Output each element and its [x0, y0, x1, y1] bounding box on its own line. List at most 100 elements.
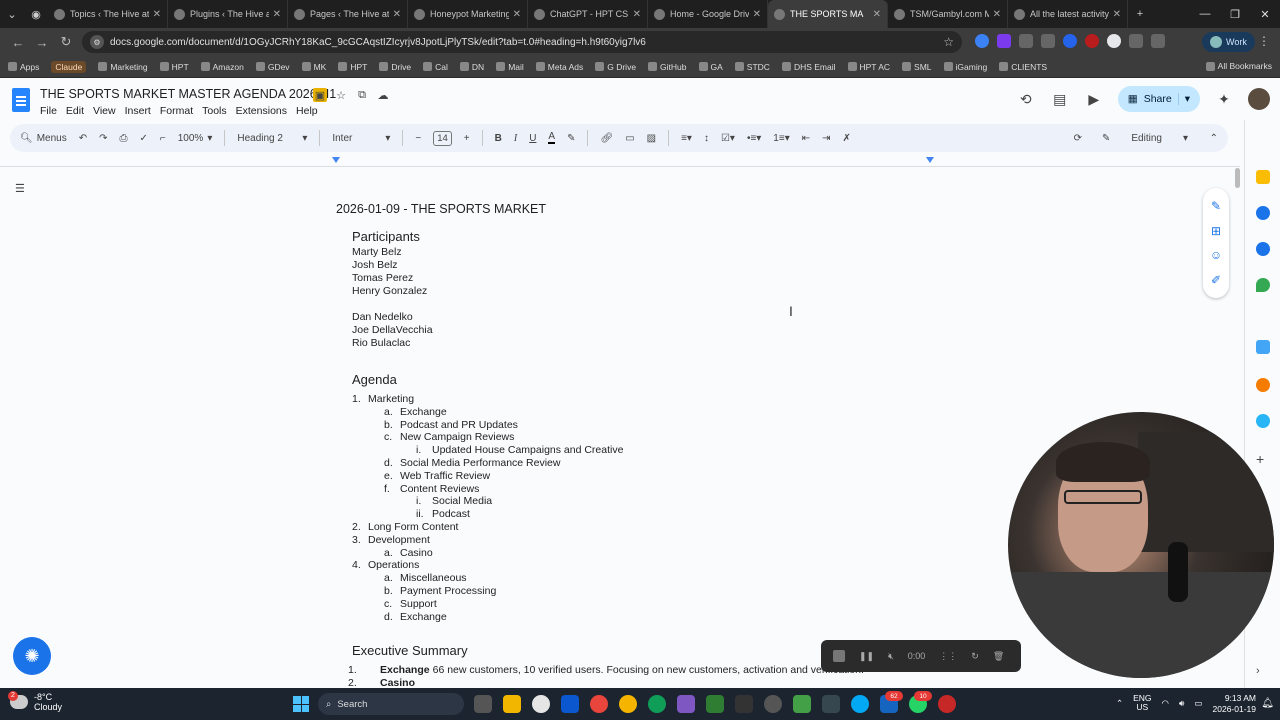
app-icon[interactable] — [938, 695, 956, 713]
share-dropdown-icon[interactable]: ▾ — [1177, 93, 1190, 105]
browser-tab[interactable]: Honeypot Marketing ✕ — [408, 0, 528, 28]
bookmark-item[interactable]: DN — [459, 62, 484, 72]
bookmark-item[interactable]: iGaming — [943, 62, 987, 72]
keep-icon[interactable] — [1256, 170, 1270, 184]
font-select[interactable]: Inter ▾ — [332, 133, 390, 144]
numbered-list-icon[interactable]: 1≡▾ — [773, 133, 789, 144]
browser-tab[interactable]: THE SPORTS MA ✕ — [768, 0, 888, 28]
star-icon[interactable]: ☆ — [334, 88, 348, 102]
line-spacing-icon[interactable]: ↕ — [704, 133, 709, 144]
browser-menu-icon[interactable]: ⋮ — [1258, 34, 1270, 48]
stop-record-icon[interactable] — [833, 650, 845, 662]
tab-search-icon[interactable]: ⌄ — [0, 0, 24, 28]
bookmark-item[interactable]: Claude — [51, 60, 87, 73]
assistant-fab-icon[interactable]: ✺ — [13, 637, 51, 675]
bookmark-item[interactable]: GA — [698, 62, 723, 72]
chrome-icon[interactable] — [619, 695, 637, 713]
emoji-reaction-icon[interactable]: ☺ — [1210, 248, 1222, 262]
menus-search-button[interactable]: 🔍︎ Menus — [20, 133, 67, 144]
url-input[interactable]: ⚙ docs.google.com/document/d/1OGyJCRhY18… — [82, 31, 962, 53]
hide-menus-icon[interactable]: ⌃ — [1210, 133, 1218, 144]
bookmark-item[interactable]: GitHub — [648, 62, 687, 72]
wifi-icon[interactable]: ◠ — [1162, 698, 1169, 709]
taskbar-search[interactable]: ⌕ Search — [318, 693, 464, 715]
delete-icon[interactable]: 🗑︎ — [993, 651, 1004, 662]
contacts-icon[interactable] — [1256, 242, 1270, 256]
menu-tools[interactable]: Tools — [202, 105, 227, 117]
profile-button[interactable]: Work — [1202, 32, 1255, 52]
extension-icon[interactable] — [997, 34, 1011, 48]
style-select[interactable]: Heading 2 ▾ — [237, 133, 307, 144]
share-button[interactable]: ▦ Share ▾ — [1117, 86, 1200, 112]
maps-icon[interactable] — [1256, 278, 1270, 292]
whatsapp-icon[interactable]: 10 — [909, 691, 932, 713]
app-icon[interactable]: 62 — [880, 691, 903, 713]
link-icon[interactable]: 🔗︎ — [600, 133, 613, 144]
bookmark-item[interactable]: HPT — [338, 62, 367, 72]
app-icon[interactable] — [851, 695, 869, 713]
version-history-icon[interactable]: ⟲ — [1016, 89, 1036, 109]
app-icon[interactable] — [793, 695, 811, 713]
chrome-icon[interactable] — [648, 695, 666, 713]
close-tab-icon[interactable]: ✕ — [513, 9, 521, 20]
extension-icon[interactable] — [1063, 34, 1077, 48]
app-icon[interactable] — [764, 695, 782, 713]
editing-mode-select[interactable]: ✎ Editing ▾ — [1102, 133, 1188, 144]
start-button-icon[interactable] — [293, 696, 309, 712]
close-tab-icon[interactable]: ✕ — [393, 9, 401, 20]
tasks-icon[interactable] — [1256, 206, 1270, 220]
font-size-input[interactable]: 14 — [433, 130, 452, 146]
spellcheck-icon[interactable]: ✓ — [140, 133, 148, 144]
pause-icon[interactable]: ❚❚ — [859, 651, 874, 662]
scrollbar[interactable] — [1235, 168, 1240, 188]
align-icon[interactable]: ≡▾ — [681, 133, 692, 144]
forward-icon[interactable]: → — [30, 35, 54, 50]
comments-icon[interactable]: ▤ — [1050, 89, 1070, 109]
suggest-edit-icon[interactable]: ✐ — [1211, 273, 1221, 287]
app-icon[interactable] — [822, 695, 840, 713]
browser-tab[interactable]: Pages ‹ The Hive at ✕ — [288, 0, 408, 28]
bookmark-item[interactable]: Amazon — [200, 62, 244, 72]
close-tab-icon[interactable]: ✕ — [873, 9, 881, 20]
bookmark-item[interactable]: CLIENTS — [999, 62, 1047, 72]
increase-font-size-icon[interactable]: + — [464, 133, 470, 144]
bookmark-item[interactable]: STDC — [734, 62, 770, 72]
extension-icon[interactable] — [1019, 34, 1033, 48]
weather-widget[interactable]: 2 -8°C Cloudy — [8, 691, 62, 712]
checklist-icon[interactable]: ☑▾ — [721, 133, 735, 144]
browser-tab[interactable]: Plugins ‹ The Hive at ✕ — [168, 0, 288, 28]
app-icon[interactable] — [706, 695, 724, 713]
menu-view[interactable]: View — [93, 105, 116, 117]
bookmark-item[interactable]: Apps — [8, 62, 39, 72]
redo-icon[interactable]: ↷ — [99, 133, 107, 144]
document-title[interactable]: THE SPORTS MARKET MASTER AGENDA 2026 H1 — [40, 87, 336, 101]
docs-logo-icon[interactable] — [12, 88, 30, 112]
bookmark-item[interactable]: GDev — [255, 62, 290, 72]
add-comment-icon[interactable]: ▭ — [625, 133, 634, 144]
add-comment-icon[interactable]: ⊞ — [1211, 224, 1221, 238]
print-icon[interactable]: ⎙ — [120, 133, 128, 144]
extension-icon[interactable] — [1129, 34, 1143, 48]
left-indent-marker[interactable] — [332, 157, 340, 163]
text-color-icon[interactable]: A — [548, 132, 556, 144]
new-tab-button[interactable]: + — [1128, 0, 1152, 28]
magic-edit-icon[interactable]: ✎ — [1211, 199, 1221, 213]
highlight-icon[interactable]: ✎ — [567, 133, 575, 144]
app-icon[interactable] — [677, 695, 695, 713]
bookmark-item[interactable]: HPT — [159, 62, 189, 72]
bookmark-item[interactable]: Meta Ads — [535, 62, 583, 72]
menu-format[interactable]: Format — [160, 105, 193, 117]
extension-icon[interactable] — [1107, 34, 1121, 48]
bookmark-item[interactable]: Cal — [423, 62, 448, 72]
cloud-status-icon[interactable]: ☁ — [376, 88, 390, 102]
menu-insert[interactable]: Insert — [125, 105, 151, 117]
task-view-icon[interactable] — [474, 695, 492, 713]
bookmark-item[interactable]: Drive — [379, 62, 411, 72]
account-avatar[interactable] — [1248, 88, 1270, 110]
paint-format-icon[interactable]: ⌐ — [160, 133, 166, 144]
back-icon[interactable]: ← — [6, 35, 30, 50]
gemini-icon[interactable]: ✦ — [1214, 89, 1234, 109]
mute-icon[interactable]: 🔇︎ — [888, 651, 894, 662]
bookmark-item[interactable]: G Drive — [595, 62, 636, 72]
bookmark-item[interactable]: SML — [902, 62, 932, 72]
